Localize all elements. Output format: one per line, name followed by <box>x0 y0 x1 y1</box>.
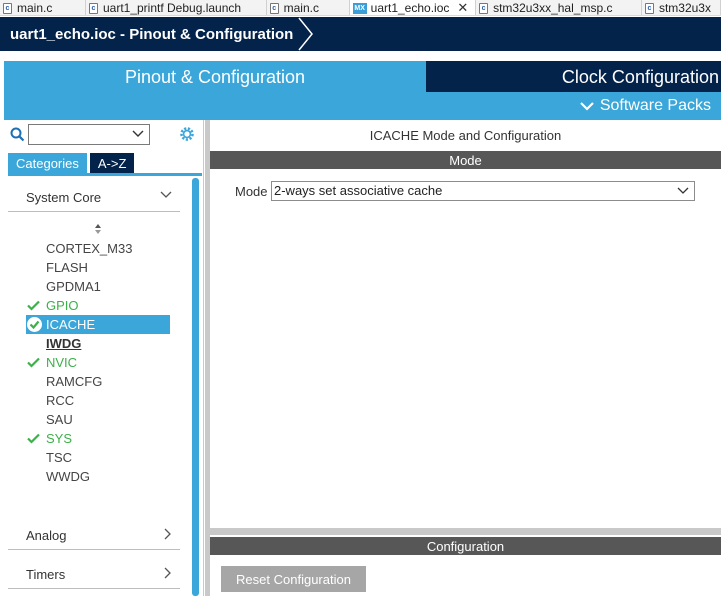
reset-configuration-button[interactable]: Reset Configuration <box>221 566 366 592</box>
section-label: Timers <box>26 567 66 582</box>
editor-tab-hal-msp[interactable]: c stm32u3xx_hal_msp.c <box>476 0 642 15</box>
list-item-label: TSC <box>46 450 72 465</box>
editor-tab-main-c-2[interactable]: c main.c <box>267 0 350 15</box>
left-panel: Categories A->Z System Core CORTEX_M33 F… <box>4 120 204 596</box>
main-header: Pinout & Configuration Clock Configurati… <box>4 61 721 120</box>
list-item-sys[interactable]: SYS <box>8 429 180 448</box>
software-packs-label: Software Packs <box>599 97 711 114</box>
list-item-label: GPDMA1 <box>46 279 101 294</box>
chevron-right-icon <box>164 567 171 579</box>
tab-clock-configuration[interactable]: Clock Configuration <box>426 61 721 92</box>
gear-icon[interactable] <box>178 125 196 143</box>
close-icon[interactable]: ✕ <box>457 1 468 15</box>
list-item-label: FLASH <box>46 260 88 275</box>
c-file-icon: c <box>3 2 12 14</box>
editor-tab-launch[interactable]: c uart1_printf Debug.launch <box>86 0 267 15</box>
editor-tab-main-c[interactable]: c main.c <box>0 0 86 15</box>
list-item-label: ICACHE <box>46 317 96 332</box>
list-item-label: RAMCFG <box>46 374 103 389</box>
list-item-wwdg[interactable]: WWDG <box>8 467 180 486</box>
list-item-sau[interactable]: SAU <box>8 410 180 429</box>
section-timers[interactable]: Timers <box>8 559 180 589</box>
peripheral-list: CORTEX_M33 FLASH GPDMA1 GPIO ICACHE IWDG… <box>8 239 180 486</box>
search-icon[interactable] <box>10 127 25 142</box>
list-item-ramcfg[interactable]: RAMCFG <box>8 372 180 391</box>
chevron-down-icon[interactable] <box>132 129 144 138</box>
list-item-iwdg[interactable]: IWDG <box>8 334 180 353</box>
list-item-label: SYS <box>46 431 73 446</box>
section-label: System Core <box>26 190 102 205</box>
list-item-label: GPIO <box>46 298 79 313</box>
scrollbar-thumb[interactable] <box>192 178 199 596</box>
panel-title: ICACHE Mode and Configuration <box>369 128 562 143</box>
editor-tab-bar: c main.c c uart1_printf Debug.launch c m… <box>0 0 721 16</box>
list-item-label: CORTEX_M33 <box>46 241 133 256</box>
editor-tab-uart1-echo-ioc[interactable]: MX uart1_echo.ioc ✕ <box>349 0 477 15</box>
editor-tab-label: uart1_printf Debug.launch <box>102 1 242 15</box>
chevron-down-icon[interactable] <box>677 186 689 195</box>
tab-categories[interactable]: Categories <box>8 153 87 173</box>
c-file-icon: c <box>269 2 279 14</box>
section-label: Analog <box>26 528 67 543</box>
section-divider[interactable] <box>210 528 721 535</box>
check-icon <box>27 433 40 444</box>
right-panel: ICACHE Mode and Configuration Mode Mode … <box>210 120 721 596</box>
section-system-core[interactable]: System Core <box>8 182 180 212</box>
software-packs-menu[interactable]: Software Packs <box>580 95 711 117</box>
editor-tab-label: stm32u3x <box>658 1 711 15</box>
sort-arrows-icon[interactable] <box>94 223 102 235</box>
tab-pinout-configuration[interactable]: Pinout & Configuration <box>4 61 426 92</box>
c-file-icon: c <box>88 2 98 14</box>
breadcrumb-chevron-icon <box>298 17 313 51</box>
list-item-label: RCC <box>46 393 75 408</box>
tab-a-to-z[interactable]: A->Z <box>89 153 135 173</box>
mode-select-value: 2-ways set associative cache <box>274 183 443 198</box>
breadcrumb[interactable]: uart1_echo.ioc - Pinout & Configuration <box>10 17 293 51</box>
tabs-underline <box>8 173 202 176</box>
mode-section-header: Mode <box>210 151 721 169</box>
section-analog[interactable]: Analog <box>8 520 180 550</box>
check-icon <box>27 300 40 311</box>
check-icon <box>27 357 40 368</box>
chevron-down-icon <box>160 191 172 198</box>
list-item-cortex-m33[interactable]: CORTEX_M33 <box>8 239 180 258</box>
mode-label: Mode <box>235 184 268 199</box>
c-file-icon: c <box>644 2 654 14</box>
editor-tab-label: uart1_echo.ioc <box>370 1 450 15</box>
list-item-flash[interactable]: FLASH <box>8 258 180 277</box>
list-item-tsc[interactable]: TSC <box>8 448 180 467</box>
chevron-down-icon <box>580 101 594 111</box>
editor-tab-label: main.c <box>17 1 53 15</box>
search-input[interactable] <box>28 124 150 145</box>
list-item-gpdma1[interactable]: GPDMA1 <box>8 277 180 296</box>
editor-tab-label: main.c <box>283 1 319 15</box>
editor-tab-stm32u3x[interactable]: c stm32u3x <box>642 0 721 15</box>
chevron-right-icon <box>164 528 171 540</box>
check-circle-icon <box>27 317 42 332</box>
c-file-icon: c <box>479 2 489 14</box>
breadcrumb-bar: uart1_echo.ioc - Pinout & Configuration <box>0 17 721 51</box>
editor-tab-label: stm32u3xx_hal_msp.c <box>493 1 613 15</box>
list-item-label: SAU <box>46 412 73 427</box>
list-item-gpio[interactable]: GPIO <box>8 296 180 315</box>
list-item-icache[interactable]: ICACHE <box>26 315 170 334</box>
mode-select[interactable]: 2-ways set associative cache <box>271 181 695 201</box>
list-item-nvic[interactable]: NVIC <box>8 353 180 372</box>
list-item-label: NVIC <box>46 355 78 370</box>
category-tabs: Categories A->Z <box>8 153 135 173</box>
mx-file-icon: MX <box>352 2 367 14</box>
list-item-rcc[interactable]: RCC <box>8 391 180 410</box>
list-item-label: IWDG <box>46 336 82 351</box>
configuration-section-header: Configuration <box>210 537 721 555</box>
list-item-label: WWDG <box>46 469 91 484</box>
